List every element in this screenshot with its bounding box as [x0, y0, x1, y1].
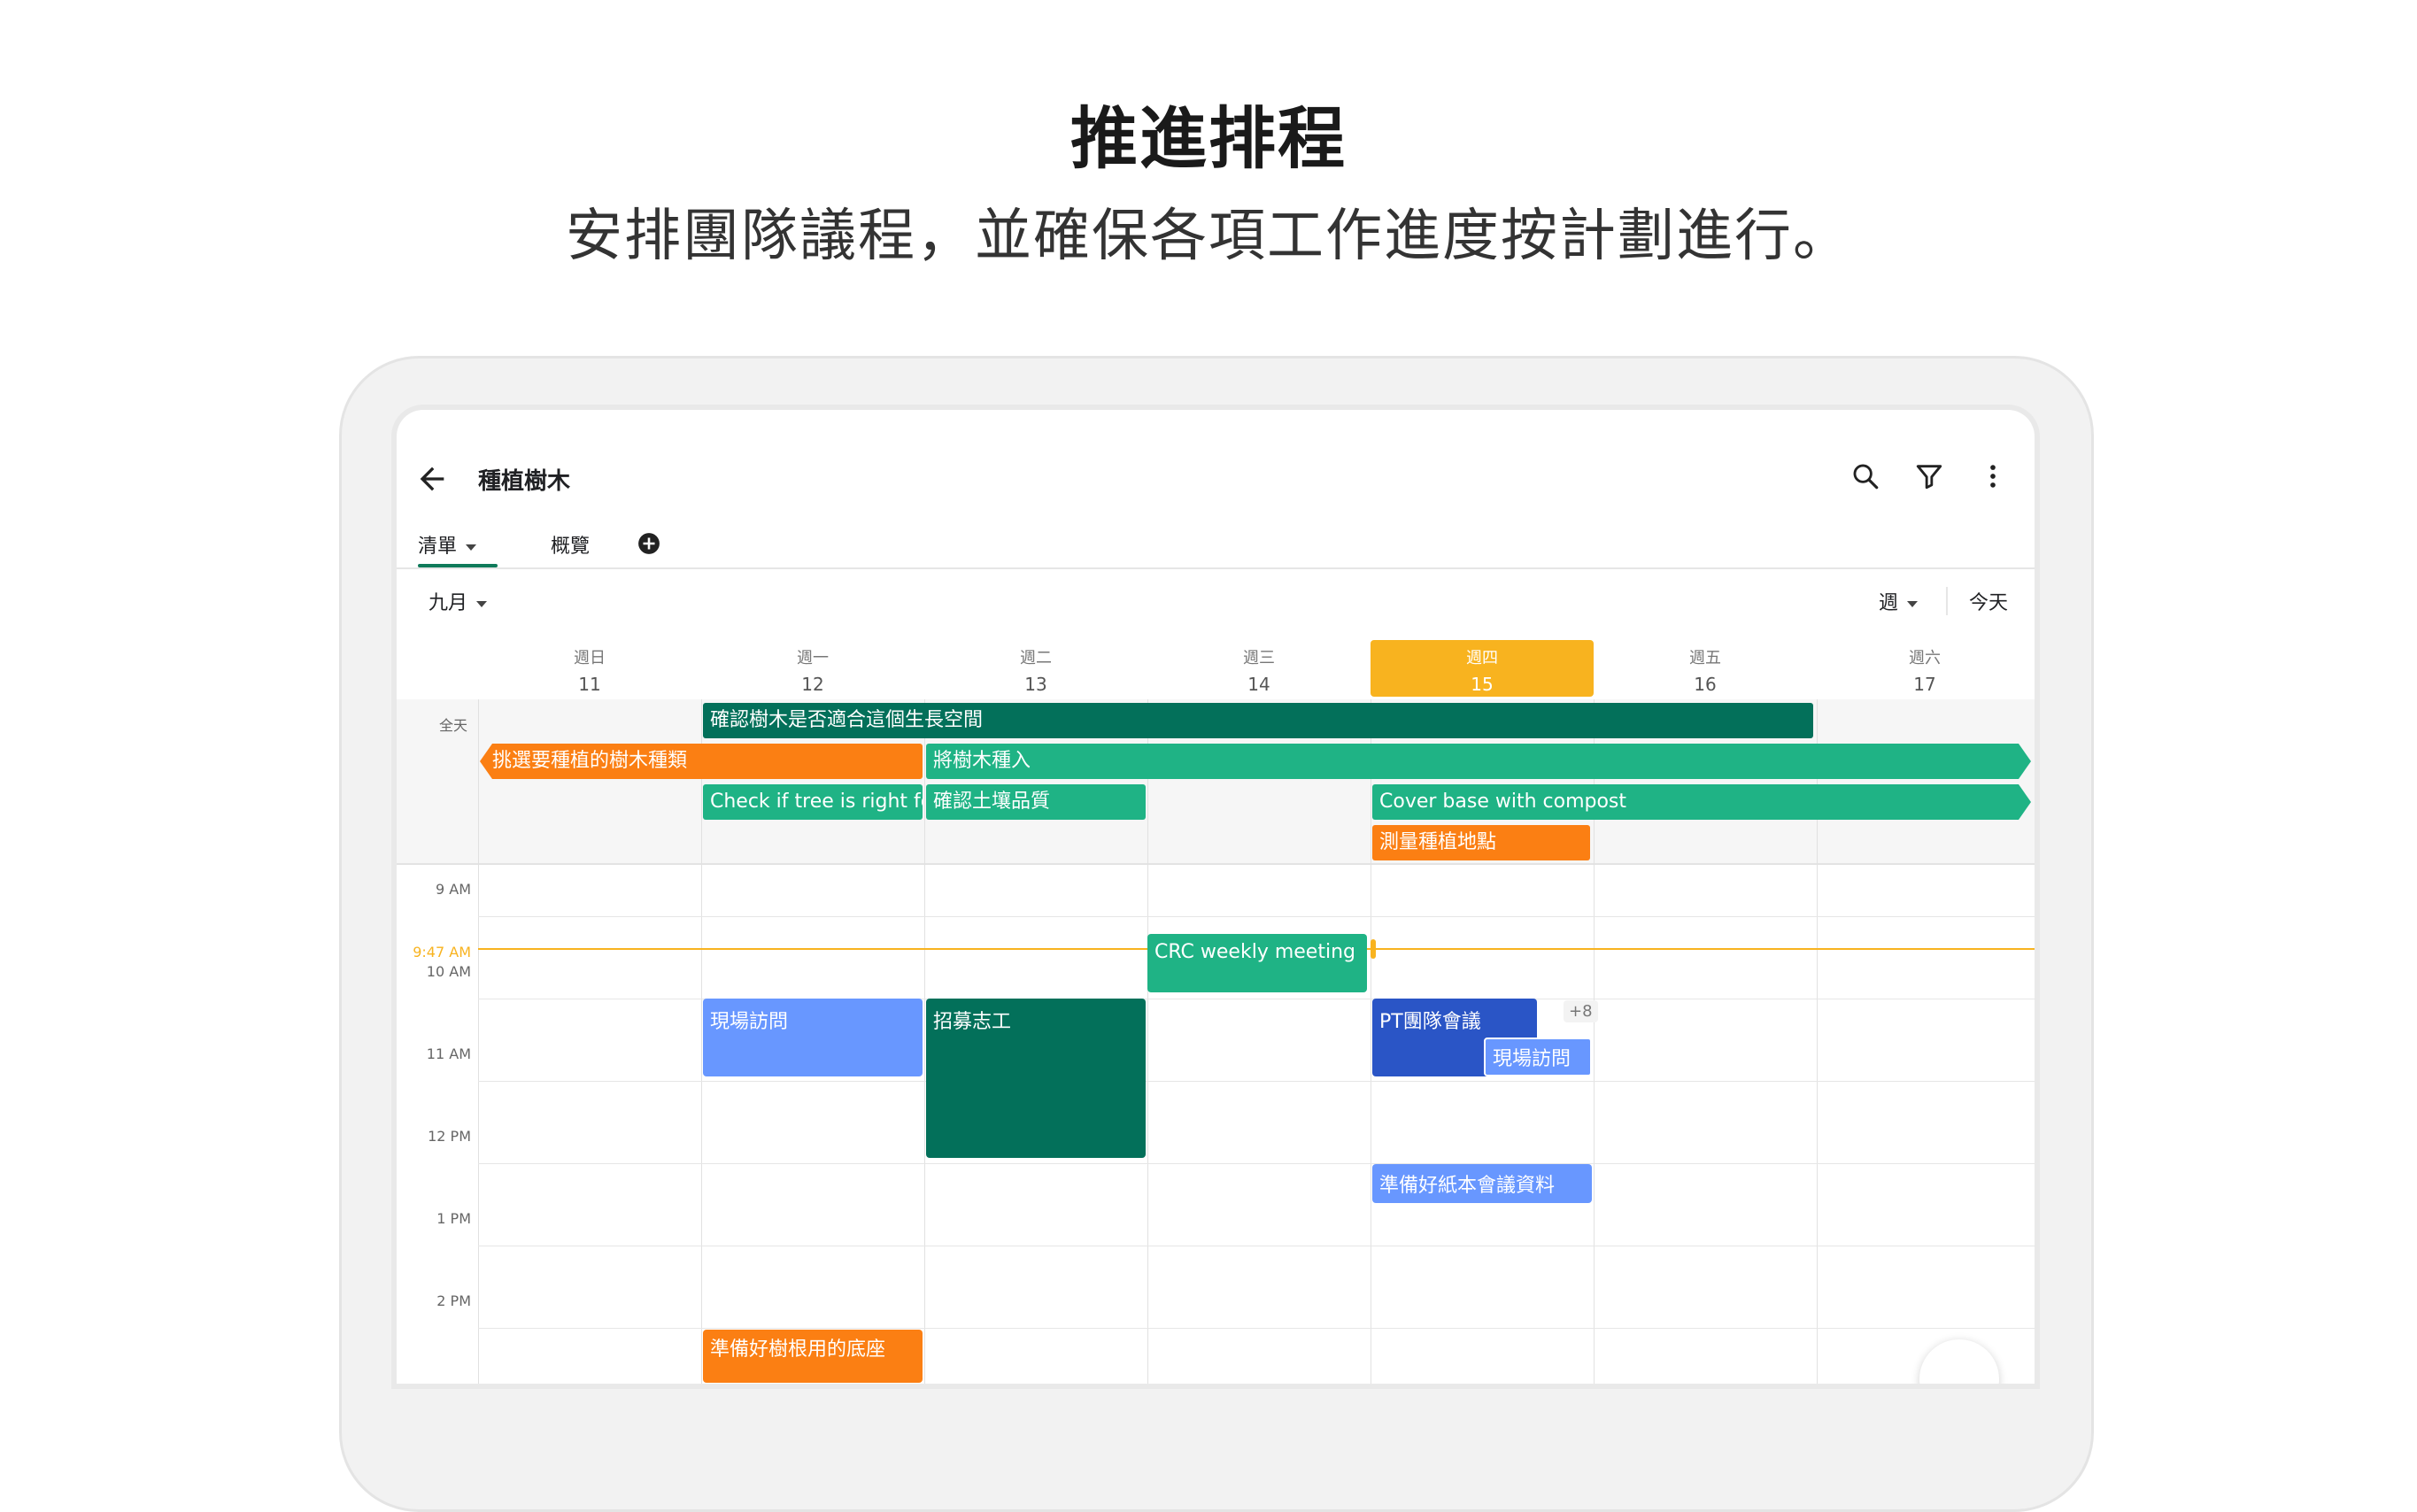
add-circle-icon[interactable] [637, 532, 660, 555]
more-events-badge[interactable]: +8 [1564, 1000, 1598, 1022]
hour-line [478, 1081, 2035, 1082]
all-day-event[interactable]: Cover base with compost [1372, 784, 2031, 820]
column-divider [701, 863, 702, 1384]
column-divider [478, 699, 479, 863]
column-divider [478, 863, 479, 1384]
chevron-down-icon [466, 544, 477, 551]
all-day-event[interactable]: 確認土壤品質 [926, 784, 1146, 820]
all-day-event[interactable]: 確認樹木是否適合這個生長空間 [703, 703, 1813, 738]
calendar-event[interactable]: 現場訪問 [703, 999, 923, 1076]
column-divider [1594, 863, 1595, 1384]
all-day-event[interactable]: 測量種植地點 [1372, 825, 1590, 860]
top-app-bar: 種植樹木 [397, 410, 2035, 516]
view-tabs: 清單 概覽 [397, 523, 2035, 569]
day-header[interactable]: 週五 16 [1594, 640, 1817, 697]
all-day-event[interactable]: 挑選要種植的樹木種類 [480, 744, 923, 779]
calendar-event[interactable]: 準備好紙本會議資料 [1372, 1164, 1592, 1203]
tab-list[interactable]: 清單 [418, 530, 477, 559]
all-day-event[interactable]: Check if tree is right fo [703, 784, 923, 820]
more-vert-icon[interactable] [1978, 461, 2008, 491]
project-title: 種植樹木 [478, 468, 571, 495]
back-arrow-icon[interactable] [414, 461, 450, 497]
current-time-label: 9:47 AM [413, 944, 471, 960]
hour-label: 1 PM [436, 1210, 471, 1227]
day-header[interactable]: 週日 11 [478, 640, 701, 697]
calendar-event[interactable]: 招募志工 [926, 999, 1146, 1158]
hour-line [478, 1328, 2035, 1329]
hour-label: 12 PM [428, 1128, 471, 1145]
day-header-today[interactable]: 週四 15 [1371, 640, 1594, 697]
hour-line [478, 1163, 2035, 1164]
hour-label: 11 AM [426, 1045, 471, 1062]
column-divider [1817, 699, 1818, 863]
time-grid: 9 AM 10 AM 11 AM 12 PM 1 PM 2 PM 9:47 AM… [397, 863, 2035, 1384]
hero-title: 推進排程 [1070, 99, 1347, 178]
all-day-label: 全天 [439, 717, 468, 734]
day-header[interactable]: 週三 14 [1147, 640, 1371, 697]
all-day-section: 全天 確認樹木是否適合這個生長空間 挑選要種植的樹木種類 將樹木種入 Check… [397, 699, 2035, 865]
app-screen: 種植樹木 清單 概覽 九月 週 今天 週日 11 週一 12 週二 13 週三 … [397, 410, 2035, 1384]
current-time-marker [1371, 939, 1376, 959]
search-icon[interactable] [1850, 461, 1880, 491]
calendar-event[interactable]: 現場訪問 [1484, 1038, 1592, 1076]
tab-active-indicator [418, 564, 498, 567]
all-day-event[interactable]: 將樹木種入 [926, 744, 2031, 779]
month-select[interactable]: 九月 [429, 587, 488, 615]
column-divider [924, 863, 925, 1384]
calendar-event[interactable]: 準備好樹根用的底座 [703, 1330, 923, 1383]
hour-label: 2 PM [436, 1292, 471, 1309]
day-header[interactable]: 週六 17 [1813, 640, 2035, 697]
today-button[interactable]: 今天 [1945, 587, 2008, 615]
hour-line [478, 916, 2035, 917]
column-divider [701, 699, 702, 863]
day-headers: 週日 11 週一 12 週二 13 週三 14 週四 15 週五 16 週六 17 [478, 633, 2035, 699]
chevron-down-icon [476, 600, 488, 607]
day-header[interactable]: 週一 12 [701, 640, 924, 697]
calendar-toolbar: 九月 週 今天 [397, 580, 2035, 629]
view-select[interactable]: 週 [1879, 587, 1918, 615]
tab-overview[interactable]: 概覽 [551, 530, 590, 559]
hour-label: 9 AM [435, 881, 471, 898]
hero-subtitle: 安排團隊議程，並確保各項工作進度按計劃進行。 [566, 204, 1851, 269]
hour-label: 10 AM [426, 963, 471, 980]
chevron-down-icon [1907, 600, 1918, 607]
calendar-event[interactable]: CRC weekly meeting [1147, 934, 1367, 992]
day-header[interactable]: 週二 13 [924, 640, 1147, 697]
column-divider [1817, 863, 1818, 1384]
filter-icon[interactable] [1914, 461, 1944, 491]
